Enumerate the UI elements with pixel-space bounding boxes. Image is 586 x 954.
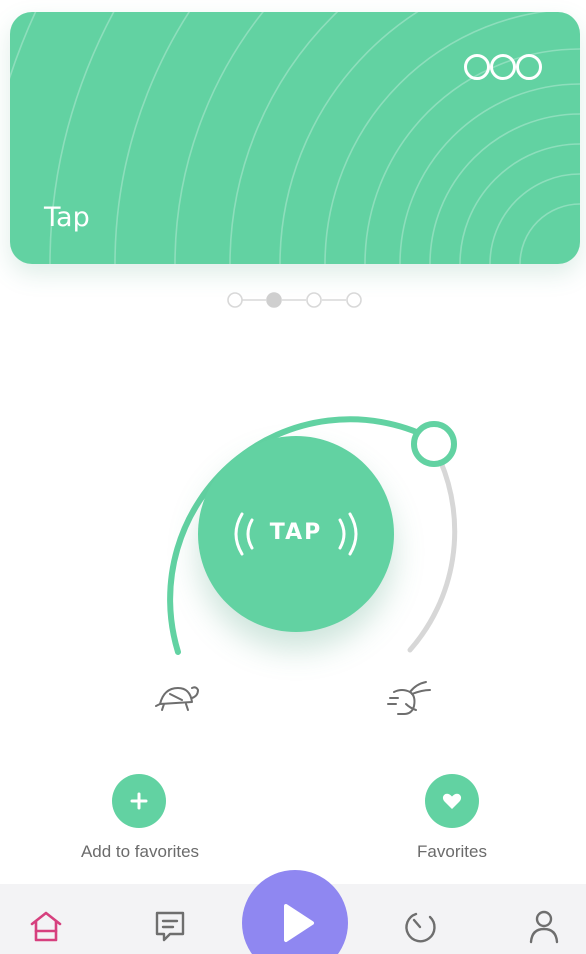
turtle-icon — [155, 686, 199, 711]
play-icon — [284, 904, 314, 942]
card-background-arcs — [10, 12, 580, 264]
card-title: Tap — [44, 202, 90, 233]
play-button[interactable] — [242, 870, 348, 954]
favorites-label: Favorites — [417, 842, 487, 861]
page-dot[interactable] — [227, 292, 243, 308]
timer-icon — [405, 912, 436, 943]
tab-home[interactable] — [26, 906, 66, 946]
dial-knob[interactable] — [411, 421, 457, 467]
add-to-favorites-button[interactable] — [112, 774, 166, 828]
home-icon — [30, 911, 62, 942]
dial-track-rest — [407, 457, 458, 653]
tab-timer[interactable] — [400, 906, 440, 946]
tab-messages[interactable] — [150, 906, 190, 946]
tap-button-label: TAP — [269, 520, 323, 545]
page-dot[interactable] — [346, 292, 362, 308]
page-dot[interactable] — [306, 292, 322, 308]
tap-button[interactable]: TAP — [198, 436, 394, 632]
page-dot-active[interactable] — [266, 292, 282, 308]
mode-card[interactable]: Tap — [10, 12, 580, 264]
favorites-button[interactable] — [425, 774, 479, 828]
more-circles-icon[interactable] — [462, 52, 544, 82]
tab-profile[interactable] — [524, 906, 564, 946]
chat-icon — [155, 911, 185, 942]
add-to-favorites-label: Add to favorites — [80, 842, 200, 861]
plus-icon — [130, 792, 148, 810]
profile-icon — [529, 910, 559, 944]
vibration-wave-right-icon — [338, 512, 358, 556]
heart-icon — [442, 793, 462, 809]
card-pagination[interactable] — [224, 290, 368, 310]
rabbit-icon — [387, 681, 431, 715]
app-screen: Tap TAP Add to favorites Favorites — [0, 0, 586, 954]
